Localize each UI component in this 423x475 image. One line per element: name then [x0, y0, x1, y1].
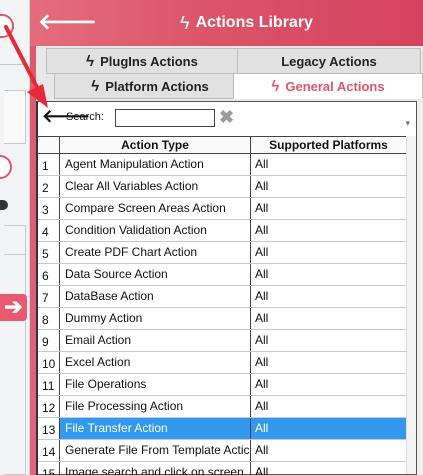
action-type-cell[interactable]: Agent Manipulation Action [60, 154, 251, 175]
row-number: 7 [38, 286, 60, 307]
supported-platforms-cell[interactable]: All [251, 396, 407, 417]
actions-library-panel: 🡐 ϟ Actions Library ϟ PlugIns Actions Le… [30, 0, 423, 475]
table-row[interactable]: 11 File Operations All [38, 374, 408, 396]
supported-platforms-cell[interactable]: All [251, 198, 407, 219]
table-row[interactable]: 6 Data Source Action All [38, 264, 408, 286]
clear-search-icon[interactable]: ✖ [219, 107, 234, 128]
row-number: 3 [38, 198, 60, 219]
action-type-cell[interactable]: Clear All Variables Action [60, 176, 251, 197]
supported-platforms-cell[interactable]: All [251, 330, 407, 351]
supported-platforms-cell[interactable]: All [251, 462, 407, 475]
supported-platforms-cell[interactable]: All [251, 418, 407, 439]
tab-label: General Actions [285, 78, 385, 94]
table-row[interactable]: 3 Compare Screen Areas Action All [38, 198, 408, 220]
tab-label: PlugIns Actions [100, 53, 198, 69]
table-row[interactable]: 8 Dummy Action All [38, 308, 408, 330]
supported-platforms-cell[interactable]: All [251, 308, 407, 329]
action-type-cell[interactable]: File Transfer Action [60, 418, 251, 439]
row-number: 9 [38, 330, 60, 351]
column-header-action-type[interactable]: Action Type [60, 137, 251, 154]
action-type-cell[interactable]: Generate File From Template Actic [60, 440, 251, 461]
row-number: 10 [38, 352, 60, 373]
table-row[interactable]: 13 File Transfer Action All [38, 418, 408, 440]
row-number: 14 [38, 440, 60, 461]
tab-plugins-actions[interactable]: ϟ PlugIns Actions [46, 48, 238, 74]
actions-grid-container: 🡐 Search: ✖ ▾ Action Type Supported Plat… [36, 101, 417, 475]
row-number: 5 [38, 242, 60, 263]
platform-bolt-icon: ϟ [91, 77, 100, 95]
row-number: 2 [38, 176, 60, 197]
table-row[interactable]: 14 Generate File From Template Actic All [38, 440, 408, 462]
vertical-scrollbar[interactable] [406, 136, 416, 474]
action-type-cell[interactable]: Email Action [60, 330, 251, 351]
action-type-cell[interactable]: Compare Screen Areas Action [60, 198, 251, 219]
supported-platforms-cell[interactable]: All [251, 242, 407, 263]
row-number: 4 [38, 220, 60, 241]
table-row[interactable]: 7 DataBase Action All [38, 286, 408, 308]
table-row[interactable]: 12 File Processing Action All [38, 396, 408, 418]
supported-platforms-cell[interactable]: All [251, 176, 407, 197]
supported-platforms-cell[interactable]: All [251, 264, 407, 285]
row-number: 12 [38, 396, 60, 417]
row-number: 15 [38, 462, 60, 475]
table-row[interactable]: 2 Clear All Variables Action All [38, 176, 408, 198]
row-number: 13 [38, 418, 60, 439]
expand-panel-button[interactable]: ➔ [0, 294, 27, 321]
action-type-cell[interactable]: DataBase Action [60, 286, 251, 307]
column-header-supported-platforms[interactable]: Supported Platforms [251, 137, 407, 154]
divider [0, 64, 24, 65]
tab-label: Platform Actions [105, 78, 209, 94]
supported-platforms-cell[interactable]: All [251, 440, 407, 461]
chevron-down-icon[interactable]: ▾ [405, 118, 410, 129]
tab-strip: ϟ PlugIns Actions Legacy Actions ϟ Platf… [36, 46, 423, 101]
action-type-cell[interactable]: Create PDF Chart Action [60, 242, 251, 263]
page-title: Actions Library [195, 14, 313, 31]
side-panel [4, 90, 26, 144]
row-number: 8 [38, 308, 60, 329]
row-number: 6 [38, 264, 60, 285]
panel-header: 🡐 ϟ Actions Library [30, 0, 423, 46]
table-row[interactable]: 4 Condition Validation Action All [38, 220, 408, 242]
arrow-right-icon: ➔ [4, 294, 23, 319]
search-input[interactable] [115, 109, 215, 127]
action-type-cell[interactable]: Image search and click on screen [60, 462, 251, 475]
circle-icon [0, 155, 12, 179]
supported-platforms-cell[interactable]: All [251, 154, 407, 175]
action-type-cell[interactable]: File Operations [60, 374, 251, 395]
plugin-bolt-icon: ϟ [86, 52, 95, 70]
action-type-cell[interactable]: File Processing Action [60, 396, 251, 417]
circle-icon [0, 14, 14, 38]
row-number-header [38, 137, 60, 154]
grid-toolbar: 🡐 Search: ✖ ▾ [38, 102, 416, 135]
dot-icon [0, 200, 8, 210]
action-type-cell[interactable]: Condition Validation Action [60, 220, 251, 241]
supported-platforms-cell[interactable]: All [251, 352, 407, 373]
row-number: 1 [38, 154, 60, 175]
table-row[interactable]: 15 Image search and click on screen All [38, 462, 408, 475]
table-row[interactable]: 9 Email Action All [38, 330, 408, 352]
table-row[interactable]: 10 Excel Action All [38, 352, 408, 374]
supported-platforms-cell[interactable]: All [251, 220, 407, 241]
side-panel [4, 225, 26, 255]
tab-label: Legacy Actions [281, 53, 377, 69]
supported-platforms-cell[interactable]: All [251, 374, 407, 395]
action-type-cell[interactable]: Dummy Action [60, 308, 251, 329]
supported-platforms-cell[interactable]: All [251, 286, 407, 307]
tab-legacy-actions[interactable]: Legacy Actions [237, 48, 421, 74]
table-row[interactable]: 1 Agent Manipulation Action All [38, 154, 408, 176]
tab-general-actions[interactable]: ϟ General Actions [233, 73, 423, 99]
action-type-cell[interactable]: Data Source Action [60, 264, 251, 285]
background-app-strip [0, 0, 30, 475]
general-bolt-icon: ϟ [271, 77, 280, 95]
side-panel [4, 255, 26, 475]
table-row[interactable]: 5 Create PDF Chart Action All [38, 242, 408, 264]
grid-header-row: Action Type Supported Platforms [38, 136, 416, 154]
row-number: 11 [38, 374, 60, 395]
tab-platform-actions[interactable]: ϟ Platform Actions [54, 73, 246, 99]
action-type-cell[interactable]: Excel Action [60, 352, 251, 373]
search-label: Search: [66, 111, 104, 123]
lightning-bolt-icon: ϟ [180, 12, 190, 33]
